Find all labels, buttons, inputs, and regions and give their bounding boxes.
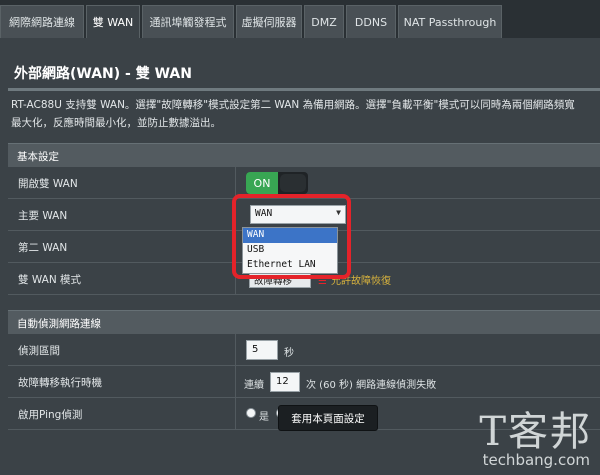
- row-failover-trigger: 故障轉移執行時機 連續 12 次 (60 秒) 網路連線偵測失敗: [8, 366, 600, 398]
- failover-count-input[interactable]: 12: [270, 372, 300, 392]
- secondary-wan-label: 第二 WAN: [18, 242, 68, 254]
- tab-dmz[interactable]: DMZ: [304, 5, 344, 38]
- detect-interval-input[interactable]: 5: [246, 340, 278, 360]
- ping-detect-label: 啟用Ping偵測: [18, 409, 83, 421]
- primary-wan-label: 主要 WAN: [18, 210, 68, 222]
- ping-yes-radio[interactable]: [246, 408, 256, 418]
- tab-dual-wan[interactable]: 雙 WAN: [86, 5, 140, 38]
- apply-button[interactable]: 套用本頁面設定: [278, 405, 378, 431]
- toggle-knob: [280, 174, 306, 192]
- basic-settings-header: 基本設定: [8, 143, 600, 167]
- failover-suffix: 次 (60 秒) 網路連線偵測失敗: [306, 380, 437, 391]
- failover-prefix: 連續: [244, 380, 264, 391]
- watermark-logo: T客邦 techbang.com: [442, 399, 592, 469]
- detect-interval-label: 偵測區間: [18, 345, 60, 357]
- watermark-site: techbang.com: [482, 451, 590, 469]
- highlight-box: [232, 194, 351, 279]
- page-description: RT-AC88U 支持雙 WAN。選擇"故障轉移"模式設定第二 WAN 為備用網…: [11, 96, 600, 132]
- tab-port-trigger[interactable]: 通訊埠觸發程式: [142, 5, 234, 38]
- tab-bar: 網際網路連線 雙 WAN 通訊埠觸發程式 虛擬伺服器 DMZ DDNS NAT …: [0, 0, 600, 38]
- row-detect-interval: 偵測區間 5 秒: [8, 334, 600, 366]
- detect-interval-unit: 秒: [284, 348, 294, 359]
- auto-detect-header: 自動偵測網路連線: [8, 310, 600, 334]
- watermark-brand: T客邦: [479, 409, 592, 455]
- row-separator: [235, 334, 236, 366]
- failover-trigger-label: 故障轉移執行時機: [18, 377, 102, 389]
- toggle-on-label: ON: [246, 172, 278, 194]
- row-separator: [235, 398, 236, 430]
- tab-nat-passthrough[interactable]: NAT Passthrough: [398, 5, 502, 38]
- page-title: 外部網路(WAN) - 雙 WAN: [14, 66, 192, 82]
- enable-dual-wan-label: 開啟雙 WAN: [18, 178, 78, 190]
- description-line-1: RT-AC88U 支持雙 WAN。選擇"故障轉移"模式設定第二 WAN 為備用網…: [11, 99, 575, 111]
- title-divider: [8, 88, 600, 91]
- dual-wan-mode-label: 雙 WAN 模式: [18, 274, 82, 286]
- description-line-2: 最大化，反應時間最小化，並防止數據溢出。: [11, 117, 221, 129]
- tab-virtual-server[interactable]: 虛擬伺服器: [236, 5, 302, 38]
- ping-yes-label: 是: [259, 412, 269, 423]
- tab-internet-connection[interactable]: 網際網路連線: [0, 5, 84, 38]
- row-separator: [235, 366, 236, 398]
- tab-ddns[interactable]: DDNS: [346, 5, 396, 38]
- dual-wan-toggle[interactable]: ON: [246, 172, 308, 194]
